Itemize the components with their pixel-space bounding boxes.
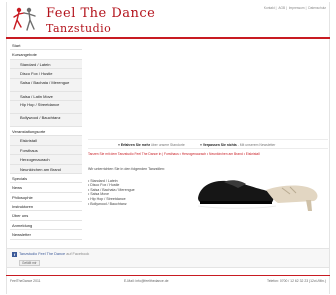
sidebar-item[interactable]: Salsa / Latin Move <box>10 91 82 101</box>
top-link[interactable]: Impressum <box>289 6 305 10</box>
sidebar-item[interactable]: Disco Fox / Hustle <box>10 69 82 79</box>
sidebar-item[interactable]: Bollywood / Bauchtanz <box>10 113 82 127</box>
brand-name[interactable]: Feel The Dance <box>46 6 155 21</box>
top-link[interactable]: Kontakt <box>264 6 275 10</box>
sidebar-item[interactable]: Herzogenaurach <box>10 155 82 165</box>
footer-copyright: FeelTheDance 2011 <box>10 279 41 283</box>
sidebar-item[interactable]: Start <box>10 41 82 51</box>
facebook-icon: f <box>12 252 17 257</box>
main-content: Wir unterrichten Sie in den folgenden Ta… <box>88 167 178 206</box>
locations-breadcrumb[interactable]: Tanzen Sie mit dem Tanzstudio Feel The D… <box>88 152 328 156</box>
brand-subtitle: Tanzstudio <box>46 22 112 35</box>
sidebar-item[interactable]: News <box>10 183 82 193</box>
sidebar-item[interactable]: Philosophie <box>10 193 82 203</box>
teaser-newsletter[interactable]: » Verpassen Sie nichts - Mit unserem New… <box>200 143 275 147</box>
dance-shoes-image <box>197 180 318 211</box>
sidebar-item[interactable]: Standard / Latein <box>10 59 82 70</box>
footer-divider <box>6 275 330 276</box>
sidebar-item[interactable]: Kursangebote <box>10 50 82 60</box>
sidebar-item[interactable]: Veranstaltungsorte <box>10 127 82 137</box>
sidebar-item[interactable]: Salsa / Bachata / Merengue <box>10 78 82 92</box>
sidebar-item[interactable]: Specials <box>10 174 82 184</box>
teaser-locations[interactable]: » Erfahren Sie mehr über unsere Standort… <box>118 143 185 147</box>
sidebar-item[interactable]: Hip Hop / Streetdance <box>10 100 82 114</box>
sidebar-item[interactable]: Forsthaus <box>10 145 82 156</box>
hero-banner-image <box>88 41 328 136</box>
sidebar-item[interactable]: Neunkirchen am Brand <box>10 164 82 174</box>
facebook-widget: f Tanzstudio Feel The Dance auf Facebook… <box>6 248 330 268</box>
sidebar-nav: Start Kursangebote Standard / Latein Disco … <box>10 41 82 240</box>
header: Feel The Dance Tanzstudio Kontakt| AGB| … <box>6 2 330 40</box>
sidebar-item[interactable]: Anmeldung <box>10 221 82 231</box>
intro-text: Wir unterrichten Sie in den folgenden Ta… <box>88 167 166 171</box>
facebook-like-button[interactable]: Gefällt mir <box>19 260 40 266</box>
footer-phone: Telefon: 0700 / 12 62 32 23 (12ct./Min.) <box>267 279 326 283</box>
top-link[interactable]: Datenschutz <box>308 6 326 10</box>
facebook-page-link[interactable]: Tanzstudio Feel The Dance auf Facebook <box>19 252 89 256</box>
header-divider <box>6 37 330 39</box>
sidebar-item[interactable]: Eiskristall <box>10 136 82 146</box>
top-link[interactable]: AGB <box>278 6 285 10</box>
dancer-logo[interactable] <box>10 5 40 35</box>
dance-styles-list: Standard / LateinDisco Fox / HustleSalsa… <box>88 179 178 207</box>
sidebar-item[interactable]: Newsletter <box>10 230 82 240</box>
sidebar-item[interactable]: Instruktoren <box>10 202 82 212</box>
sidebar-item[interactable]: Über uns <box>10 211 82 221</box>
top-links: Kontakt| AGB| Impressum| Datenschutz <box>263 6 326 10</box>
teaser-row: » Erfahren Sie mehr über unsere Standort… <box>88 139 328 149</box>
dance-style-item: Bollywood / Bauchtanz <box>88 202 178 207</box>
footer-email[interactable]: E-Mail: info@feelthedance.de <box>124 279 169 283</box>
